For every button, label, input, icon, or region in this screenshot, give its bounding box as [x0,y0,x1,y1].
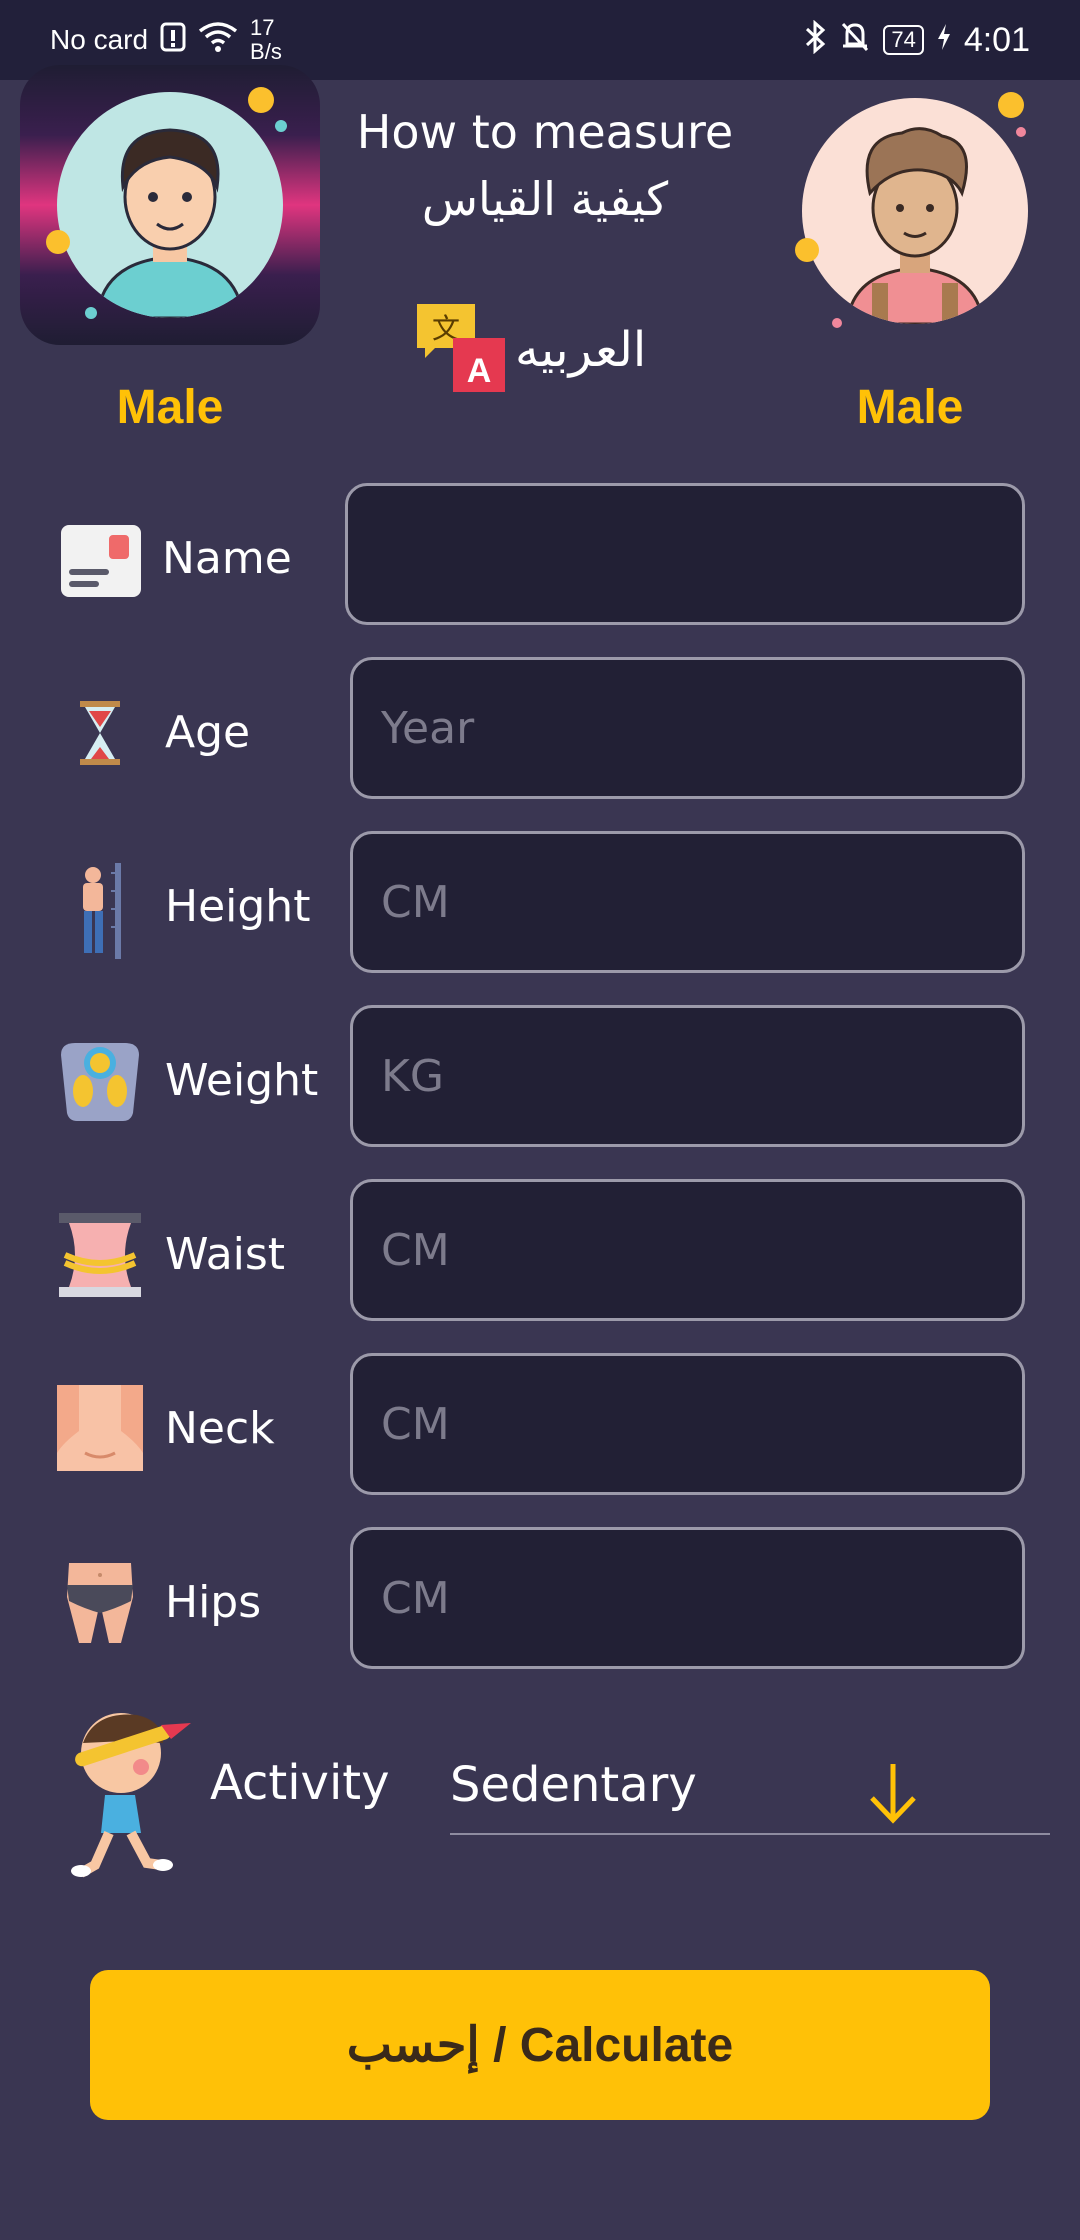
bluetooth-icon [803,19,827,61]
male-avatar-right-face [802,98,1028,324]
calculate-button[interactable]: إحسب / Calculate [90,1970,990,2120]
svg-text:A: A [467,352,492,390]
height-measure-icon [55,861,145,959]
male-avatar-right[interactable] [780,80,1050,340]
id-card-icon [55,513,145,603]
form-row-name: Name [55,483,1025,625]
decor-dot [275,120,287,132]
weight-input[interactable] [350,1005,1025,1147]
language-label: العربيه [515,322,647,378]
weight-label: Weight [165,1055,319,1106]
age-label: Age [165,707,251,758]
speed-value: 17 [250,15,275,40]
name-input[interactable] [345,483,1025,625]
neck-icon [55,1383,145,1473]
age-input[interactable] [350,657,1025,799]
waist-input[interactable] [350,1179,1025,1321]
waist-tape-icon [55,1209,145,1299]
bell-muted-icon [839,20,871,61]
neck-input[interactable] [350,1353,1025,1495]
height-input[interactable] [350,831,1025,973]
form-row-weight: Weight [55,1005,1025,1147]
activity-dropdown[interactable]: Sedentary [450,1735,1050,1835]
how-to-measure-link[interactable]: How to measure [330,105,760,159]
arrow-down-icon [866,1760,920,1828]
decor-dot [795,238,819,262]
waist-label: Waist [165,1229,286,1280]
hips-input[interactable] [350,1527,1025,1669]
form-row-neck: Neck [55,1353,1025,1495]
activity-selected-value: Sedentary [450,1757,697,1813]
battery-indicator: 74 [883,25,924,55]
sim-alert-icon [160,22,186,59]
activity-row: Activity Sedentary [55,1705,1055,1885]
hips-icon [55,1557,145,1647]
hips-label: Hips [165,1577,262,1628]
activity-label: Activity [210,1755,390,1811]
status-left: No card 17 B/s [50,16,282,64]
decor-dot [248,87,274,113]
scale-icon [55,1035,145,1125]
decor-dot [46,230,70,254]
form-row-waist: Waist [55,1179,1025,1321]
decor-dot [832,318,842,328]
wifi-icon [198,21,238,60]
male-avatar-left[interactable] [20,65,320,345]
form-row-hips: Hips [55,1527,1025,1669]
left-gender-label: Male [116,381,224,434]
name-label: Name [162,533,292,584]
neck-label: Neck [165,1403,275,1454]
right-gender-label: Male [856,381,964,434]
form-row-age: Age [55,657,1025,799]
carrier-text: No card [50,24,149,55]
decor-dot [85,307,97,319]
form-row-height: Height [55,831,1025,973]
clock: 4:01 [963,20,1030,59]
runner-icon [65,1705,195,1884]
height-label: Height [165,881,311,932]
decor-dot [998,92,1024,118]
language-switch[interactable]: 文 A العربيه [415,302,647,398]
decor-dot [1016,127,1026,137]
how-to-measure-arabic[interactable]: كيفية القياس [330,172,760,226]
translate-icon: 文 A [415,302,507,398]
charging-icon [936,22,952,59]
hourglass-icon [55,687,145,777]
network-speed: 17 B/s [250,16,282,64]
male-avatar-left-face [57,92,283,318]
status-right: 74 4:01 [803,19,1030,61]
speed-unit: B/s [250,39,282,64]
